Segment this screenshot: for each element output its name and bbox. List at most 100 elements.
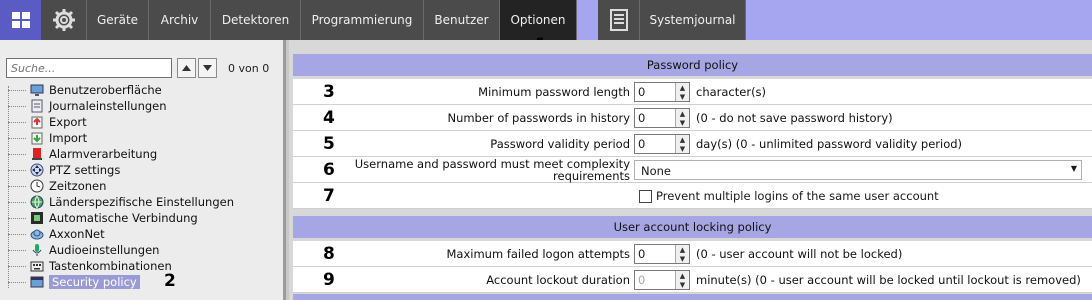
stepper-down-icon[interactable]: ▼: [676, 144, 689, 153]
password-validity-stepper[interactable]: 0 ▲ ▼: [634, 134, 690, 154]
max-failed-logon-stepper[interactable]: 0 ▲ ▼: [634, 244, 690, 264]
callout-3: 3: [323, 82, 335, 102]
sidebar-item-label: PTZ settings: [49, 163, 121, 177]
security-icon: [30, 275, 44, 289]
sidebar-item-alarmverarbeitung[interactable]: Alarmverarbeitung: [8, 146, 157, 162]
min-password-length-stepper[interactable]: 0 ▲ ▼: [634, 82, 690, 102]
stepper-down-icon[interactable]: ▼: [676, 118, 689, 127]
lockout-duration-label: Account lockout duration: [486, 273, 630, 287]
complexity-label: Username and password must meet complexi…: [354, 157, 630, 183]
sidebar-item-axxonnet[interactable]: AxxonNet: [8, 226, 105, 242]
tab-geraete[interactable]: Geräte: [87, 0, 149, 40]
select-value: None: [641, 164, 672, 178]
clock-icon: [30, 179, 44, 193]
auto-connect-icon: [30, 211, 44, 225]
export-icon: [30, 115, 44, 129]
chevron-down-icon: ▼: [1070, 164, 1077, 173]
max-failed-logon-label: Maximum failed logon attempts: [446, 247, 631, 261]
stepper-down-icon[interactable]: ▼: [676, 280, 689, 289]
stepper-value: 0: [638, 247, 646, 261]
password-history-label: Number of passwords in history: [447, 111, 630, 125]
sidebar-item-label: Security policy: [49, 275, 140, 289]
stepper-down-icon[interactable]: ▼: [676, 92, 689, 101]
min-password-length-row: 3 Minimum password length 0 ▲ ▼ character…: [293, 79, 1092, 105]
search-match-count: 0 von 0: [228, 62, 270, 75]
journal-settings-icon: [30, 99, 44, 113]
sidebar-item-label: Export: [49, 115, 87, 129]
sidebar-item-audioeinstellungen[interactable]: Audioeinstellungen: [8, 242, 159, 258]
sidebar-item-import[interactable]: Import: [8, 130, 87, 146]
stepper-up-icon[interactable]: ▲: [676, 271, 689, 280]
sidebar-item-ptz-settings[interactable]: PTZ settings: [8, 162, 120, 178]
sidebar-item-export[interactable]: Export: [8, 114, 87, 130]
settings-sidebar: 0 von 0 Benutzeroberfläche Journaleinste…: [0, 40, 286, 300]
stepper-value: 0: [638, 85, 646, 99]
lockout-duration-row: 9 Account lockout duration 0 ▲ ▼ minute(s…: [293, 267, 1092, 293]
sidebar-item-label: Automatische Verbindung: [49, 211, 198, 225]
sidebar-item-laenderspezifische-einstellungen[interactable]: Länderspezifische Einstellungen: [8, 194, 234, 210]
alarm-icon: [30, 147, 44, 161]
sidebar-item-label: Benutzeroberfläche: [49, 83, 162, 97]
password-history-row: 4 Number of passwords in history 0 ▲ ▼ (0…: [293, 105, 1092, 131]
journal-icon[interactable]: [598, 0, 640, 40]
tab-benutzer[interactable]: Benutzer: [424, 0, 500, 40]
max-failed-logon-row: 8 Maximum failed logon attempts 0 ▲ ▼ (0 …: [293, 241, 1092, 267]
stepper-up-icon[interactable]: ▲: [676, 135, 689, 144]
sidebar-item-security-policy[interactable]: Security policy: [8, 274, 140, 290]
password-validity-label: Password validity period: [490, 137, 630, 151]
cloud-icon: [30, 227, 44, 241]
sidebar-item-label: Tastenkombinationen: [49, 259, 172, 273]
prevent-multiple-logins-label: Prevent multiple logins of the same user…: [656, 189, 939, 203]
tab-systemjournal[interactable]: Systemjournal: [640, 0, 746, 40]
password-validity-unit: day(s) (0 - unlimited password validity …: [696, 137, 963, 151]
stepper-value: 0: [638, 137, 646, 151]
sidebar-item-label: AxxonNet: [49, 227, 105, 241]
top-menu-bar: Geräte Archiv Detektoren Programmierung …: [0, 0, 1092, 40]
complexity-select[interactable]: None ▼: [634, 160, 1082, 180]
sidebar-item-label: Import: [49, 131, 88, 145]
stepper-down-icon[interactable]: ▼: [676, 254, 689, 263]
callout-8: 8: [323, 244, 335, 264]
sidebar-item-label: Alarmverarbeitung: [49, 147, 158, 161]
prevent-multiple-logins-checkbox[interactable]: [639, 190, 652, 203]
gear-icon[interactable]: [41, 0, 87, 40]
min-password-length-label: Minimum password length: [478, 85, 630, 99]
grid-icon[interactable]: [0, 0, 41, 40]
sidebar-item-label: Länderspezifische Einstellungen: [49, 195, 234, 209]
keyboard-icon: [30, 259, 44, 273]
tab-archiv[interactable]: Archiv: [149, 0, 211, 40]
tab-programmierung[interactable]: Programmierung: [301, 0, 424, 40]
monitor-icon: [30, 83, 44, 97]
tab-optionen[interactable]: Optionen: [500, 0, 577, 40]
lockout-duration-stepper[interactable]: 0 ▲ ▼: [634, 270, 690, 290]
complexity-row: 6 Username and password must meet comple…: [293, 157, 1092, 183]
stepper-value: 0: [638, 111, 646, 125]
password-history-stepper[interactable]: 0 ▲ ▼: [634, 108, 690, 128]
sidebar-item-label: Audioeinstellungen: [49, 243, 160, 257]
callout-5: 5: [323, 134, 335, 154]
sidebar-item-journaleinstellungen[interactable]: Journaleinstellungen: [8, 98, 167, 114]
stepper-up-icon[interactable]: ▲: [676, 109, 689, 118]
min-password-length-unit: character(s): [696, 85, 767, 99]
password-history-unit: (0 - do not save password history): [696, 111, 893, 125]
max-failed-logon-unit: (0 - user account will not be locked): [696, 247, 903, 261]
password-policy-header: Password policy: [293, 54, 1092, 76]
tab-detektoren[interactable]: Detektoren: [211, 0, 301, 40]
search-next-button[interactable]: [198, 58, 217, 78]
callout-9: 9: [323, 270, 335, 290]
stepper-up-icon[interactable]: ▲: [676, 83, 689, 92]
search-prev-button[interactable]: [177, 58, 196, 78]
security-policy-panel: Password policy 3 Minimum password lengt…: [289, 40, 1092, 300]
sidebar-item-benutzeroberflaeche[interactable]: Benutzeroberfläche: [8, 82, 162, 98]
stepper-up-icon[interactable]: ▲: [676, 245, 689, 254]
sidebar-item-label: Zeitzonen: [49, 179, 107, 193]
audio-icon: [30, 243, 44, 257]
panel-bottom-strip: [293, 294, 1092, 300]
stepper-value: 0: [638, 273, 646, 287]
sidebar-item-automatische-verbindung[interactable]: Automatische Verbindung: [8, 210, 198, 226]
password-validity-row: 5 Password validity period 0 ▲ ▼ day(s) (…: [293, 131, 1092, 157]
sidebar-item-zeitzonen[interactable]: Zeitzonen: [8, 178, 106, 194]
sidebar-item-tastenkombinationen[interactable]: Tastenkombinationen: [8, 258, 172, 274]
callout-2: 2: [164, 271, 176, 291]
search-input[interactable]: [6, 58, 172, 78]
